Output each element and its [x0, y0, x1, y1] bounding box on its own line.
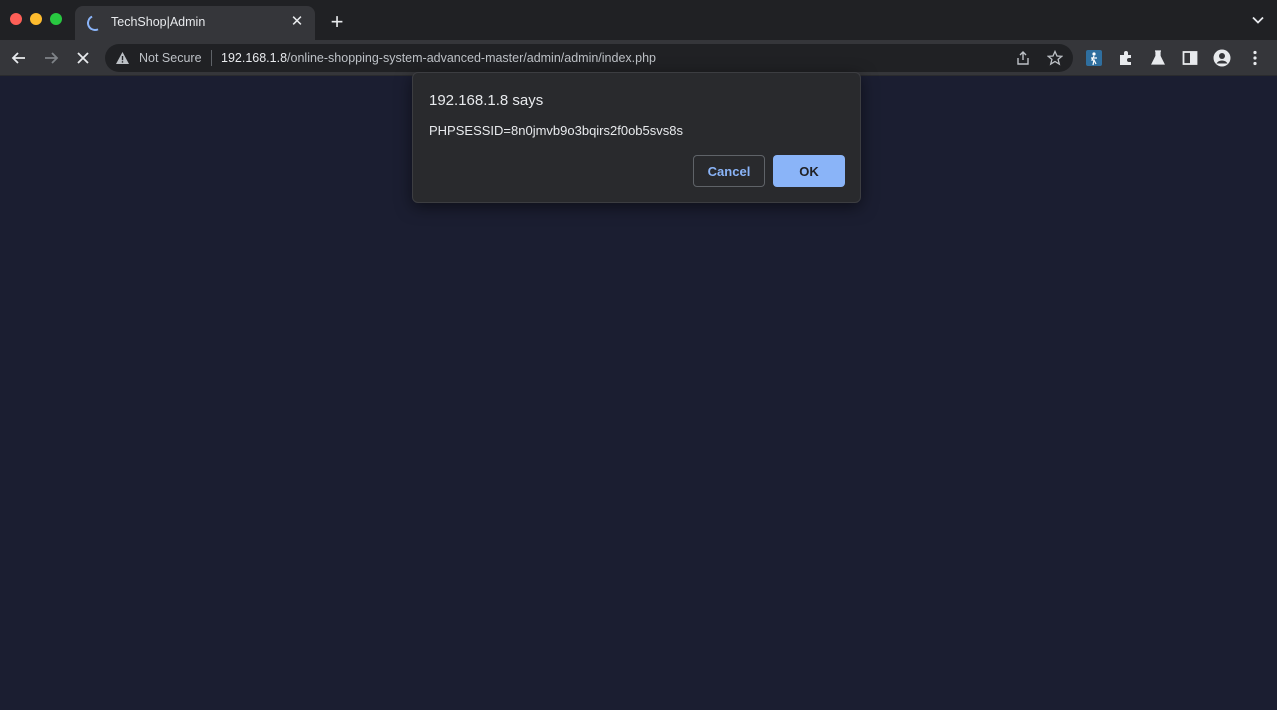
- flask-icon[interactable]: [1149, 49, 1167, 67]
- side-panel-icon[interactable]: [1181, 49, 1199, 67]
- alert-dialog: 192.168.1.8 says PHPSESSID=8n0jmvb9o3bqi…: [412, 72, 861, 203]
- star-icon[interactable]: [1047, 50, 1063, 66]
- profile-icon[interactable]: [1213, 49, 1231, 67]
- url-host: 192.168.1.8: [221, 51, 288, 65]
- omnibox-divider: [211, 50, 212, 66]
- dialog-message: PHPSESSID=8n0jmvb9o3bqirs2f0ob5svs8s: [429, 123, 684, 138]
- warning-icon[interactable]: [115, 51, 130, 65]
- share-icon[interactable]: [1015, 50, 1031, 66]
- maximize-window-button[interactable]: [50, 13, 62, 25]
- url-text[interactable]: 192.168.1.8/online-shopping-system-advan…: [221, 51, 656, 65]
- title-bar: TechShop|Admin ✕ +: [0, 0, 1277, 40]
- tab-close-button[interactable]: ✕: [287, 12, 307, 32]
- browser-toolbar: Not Secure 192.168.1.8/online-shopping-s…: [0, 40, 1277, 76]
- browser-tab[interactable]: TechShop|Admin ✕: [75, 6, 315, 40]
- new-tab-button[interactable]: +: [326, 11, 348, 33]
- forward-arrow-icon[interactable]: [41, 48, 61, 68]
- dialog-title: 192.168.1.8 says: [429, 92, 544, 109]
- close-window-button[interactable]: [10, 13, 22, 25]
- ok-button[interactable]: OK: [773, 155, 845, 187]
- more-vert-icon[interactable]: [1246, 49, 1264, 67]
- tab-title: TechShop|Admin: [111, 15, 206, 29]
- back-arrow-icon[interactable]: [9, 48, 29, 68]
- loading-spinner-icon: [84, 12, 106, 34]
- cancel-button[interactable]: Cancel: [693, 155, 765, 187]
- chevron-down-icon[interactable]: [1251, 13, 1265, 27]
- minimize-window-button[interactable]: [30, 13, 42, 25]
- extension-icon[interactable]: [1085, 49, 1103, 67]
- url-path: /online-shopping-system-advanced-master/…: [287, 51, 656, 65]
- security-status-label[interactable]: Not Secure: [139, 51, 202, 65]
- puzzle-icon[interactable]: [1117, 49, 1135, 67]
- address-bar[interactable]: Not Secure 192.168.1.8/online-shopping-s…: [105, 44, 1073, 72]
- stop-icon[interactable]: [73, 48, 93, 68]
